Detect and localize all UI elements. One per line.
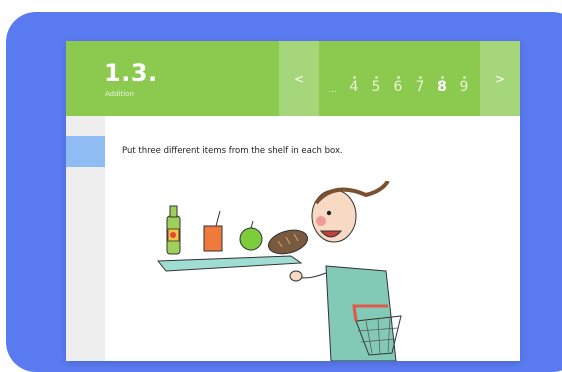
lesson-title: Addition bbox=[105, 90, 134, 98]
prev-page-button[interactable]: < bbox=[279, 41, 319, 116]
sidebar-tab[interactable] bbox=[66, 136, 105, 167]
page-number: 8 bbox=[437, 79, 447, 95]
page-link-9[interactable]: 9 bbox=[454, 41, 474, 116]
page-link-6[interactable]: 6 bbox=[388, 41, 408, 116]
girl-character bbox=[289, 181, 397, 361]
page-number: 4 bbox=[349, 79, 359, 95]
page-number: 9 bbox=[459, 79, 469, 95]
page-selector: ... 4 5 6 7 8 9 bbox=[322, 41, 480, 116]
chevron-left-icon: < bbox=[293, 71, 305, 86]
chevron-right-icon: > bbox=[494, 71, 506, 86]
shelf bbox=[156, 255, 303, 272]
shelf-illustration bbox=[156, 181, 402, 361]
next-page-button[interactable]: > bbox=[480, 41, 520, 116]
lesson-header: 1.3. Addition < ... 4 5 6 7 8 9 > bbox=[66, 41, 520, 116]
lesson-card: 1.3. Addition < ... 4 5 6 7 8 9 > Put th… bbox=[66, 41, 520, 361]
lesson-number: 1.3. bbox=[104, 59, 158, 87]
bread-item bbox=[267, 229, 309, 255]
page-link-8-current[interactable]: 8 bbox=[432, 41, 452, 116]
page-link-4[interactable]: 4 bbox=[344, 41, 364, 116]
page-number: 6 bbox=[393, 79, 403, 95]
pages-ellipsis: ... bbox=[328, 85, 337, 95]
exercise-instruction: Put three different items from the shelf… bbox=[122, 146, 343, 156]
bottle-item bbox=[166, 205, 181, 255]
apple-item bbox=[239, 220, 263, 251]
page-number: 7 bbox=[415, 79, 425, 95]
page-number: 5 bbox=[371, 79, 381, 95]
juice-box-item bbox=[203, 210, 223, 252]
page-link-7[interactable]: 7 bbox=[410, 41, 430, 116]
page-link-5[interactable]: 5 bbox=[366, 41, 386, 116]
